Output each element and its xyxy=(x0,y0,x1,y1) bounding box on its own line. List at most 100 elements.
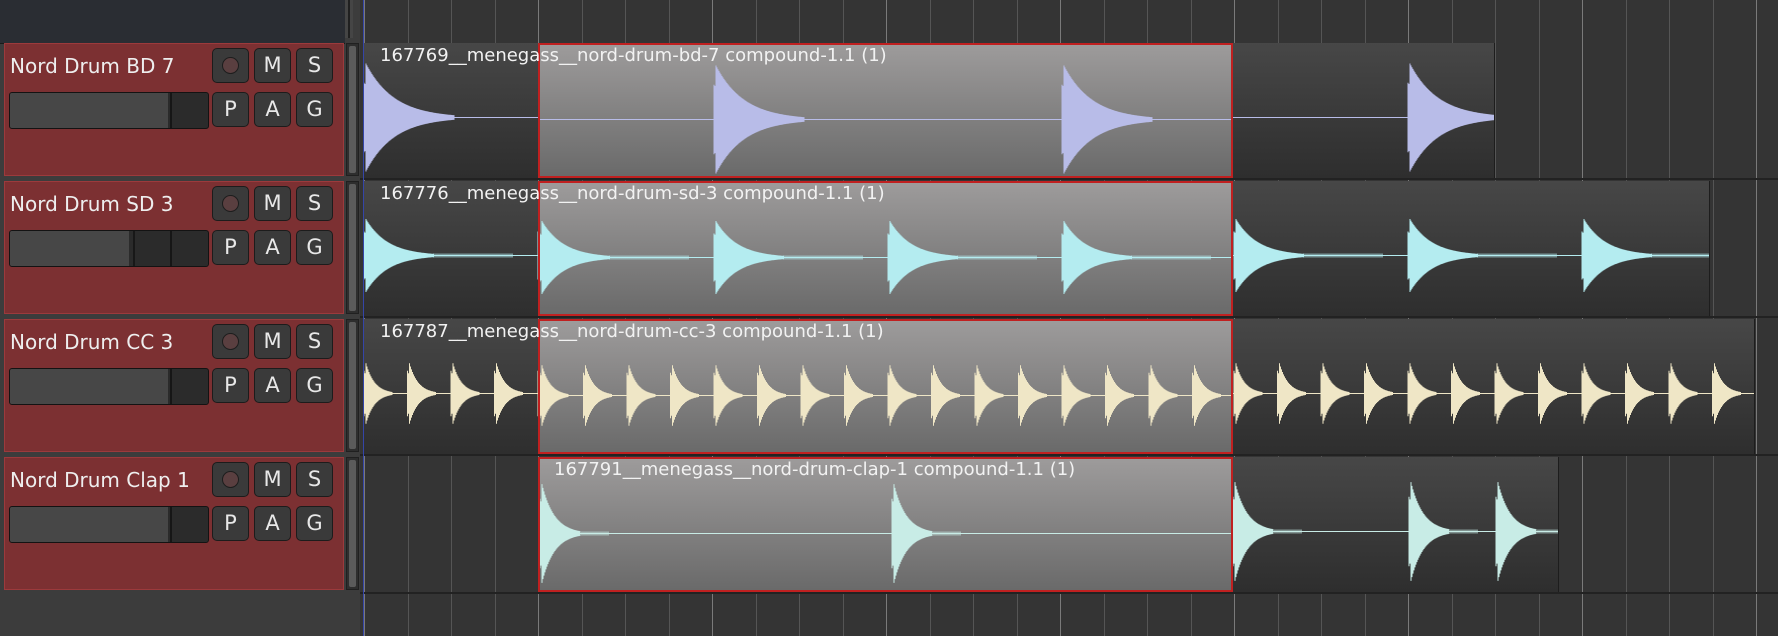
track-name[interactable]: Nord Drum SD 3 xyxy=(10,192,173,216)
waveform-hit xyxy=(1233,482,1302,581)
automation-button[interactable]: A xyxy=(254,230,291,265)
ruler-header xyxy=(0,0,345,44)
fader-unity-mark xyxy=(170,231,172,266)
waveform xyxy=(1233,63,1494,172)
waveform-hit xyxy=(364,363,393,424)
group-button[interactable]: G xyxy=(296,230,333,265)
waveform-hit xyxy=(364,219,513,292)
waveform xyxy=(1233,482,1558,581)
record-enable-button[interactable] xyxy=(212,48,249,83)
gain-fader-fill xyxy=(10,369,169,404)
automation-button[interactable]: A xyxy=(254,506,291,541)
fader-unity-mark xyxy=(170,507,172,542)
playhead-cursor[interactable] xyxy=(363,0,364,636)
waveform-hit xyxy=(540,221,689,294)
track-name[interactable]: Nord Drum CC 3 xyxy=(10,330,173,354)
scroll-thumb[interactable] xyxy=(349,46,356,173)
automation-button[interactable]: A xyxy=(254,368,291,403)
mute-button[interactable]: M xyxy=(254,324,291,359)
fader-unity-mark xyxy=(170,93,172,128)
record-enable-icon xyxy=(222,57,239,74)
track-scroll-handle[interactable] xyxy=(346,43,359,176)
waveform-hit xyxy=(1538,363,1567,424)
gain-fader-fill xyxy=(10,231,129,266)
gain-fader[interactable] xyxy=(9,230,209,267)
region-name: 167791__menegass__nord-drum-clap-1 compo… xyxy=(554,459,1076,480)
pane-divider-handle[interactable] xyxy=(345,0,353,38)
waveform-hit xyxy=(887,365,917,426)
waveform-hit xyxy=(540,365,569,426)
waveform-hit xyxy=(1712,363,1741,424)
waveform-hit xyxy=(713,221,863,294)
track-header-bd-7[interactable]: Nord Drum BD 7 M S P A G xyxy=(4,43,344,176)
waveform-hit xyxy=(1407,219,1557,292)
waveform-hit xyxy=(450,363,480,424)
playlist-button[interactable]: P xyxy=(212,368,249,403)
track-scroll-handle[interactable] xyxy=(346,181,359,314)
track-scroll-handle[interactable] xyxy=(346,457,359,590)
waveform-hit xyxy=(1625,363,1654,424)
scroll-thumb[interactable] xyxy=(349,322,356,449)
gain-fader[interactable] xyxy=(9,368,209,405)
waveform-hit xyxy=(887,221,1037,294)
track-header-clap-1[interactable]: Nord Drum Clap 1 M S P A G xyxy=(4,457,344,590)
gain-fader-fill xyxy=(10,507,169,542)
waveform-hit xyxy=(1061,365,1091,426)
record-enable-button[interactable] xyxy=(212,462,249,497)
waveform-hit xyxy=(713,365,743,426)
waveform-hit xyxy=(1192,365,1221,426)
solo-button[interactable]: S xyxy=(296,48,333,83)
track-header-sd-3[interactable]: Nord Drum SD 3 M S P A G xyxy=(4,181,344,314)
region-unselected[interactable] xyxy=(1233,457,1559,592)
fader-unity-mark xyxy=(170,369,172,404)
waveform-hit xyxy=(494,363,523,424)
waveform-hit xyxy=(844,365,873,426)
group-button[interactable]: G xyxy=(296,506,333,541)
solo-button[interactable]: S xyxy=(296,186,333,221)
solo-button[interactable]: S xyxy=(296,462,333,497)
mute-button[interactable]: M xyxy=(254,462,291,497)
playlist-button[interactable]: P xyxy=(212,92,249,127)
waveform-hit xyxy=(540,484,609,583)
playlist-button[interactable]: P xyxy=(212,230,249,265)
waveform-hit xyxy=(407,363,436,424)
record-enable-button[interactable] xyxy=(212,324,249,359)
fader-meter-mark xyxy=(133,231,135,266)
region-name: 167787__menegass__nord-drum-cc-3 compoun… xyxy=(380,321,884,342)
waveform-hit xyxy=(1061,65,1153,174)
record-enable-icon xyxy=(222,333,239,350)
waveform-hit xyxy=(1105,365,1134,426)
scroll-thumb[interactable] xyxy=(349,184,356,311)
automation-button[interactable]: A xyxy=(254,92,291,127)
gain-fader[interactable] xyxy=(9,92,209,129)
region-unselected[interactable] xyxy=(1233,181,1710,316)
mute-button[interactable]: M xyxy=(254,186,291,221)
waveform-hit xyxy=(931,365,960,426)
track-scroll-handle[interactable] xyxy=(346,319,359,452)
waveform-hit xyxy=(1668,363,1698,424)
waveform-hit xyxy=(891,484,961,583)
record-enable-button[interactable] xyxy=(212,186,249,221)
group-button[interactable]: G xyxy=(296,368,333,403)
waveform-hit xyxy=(1451,363,1480,424)
track-name[interactable]: Nord Drum BD 7 xyxy=(10,54,174,78)
waveform-hit xyxy=(713,65,805,174)
region-name: 167776__menegass__nord-drum-sd-3 compoun… xyxy=(380,183,885,204)
waveform-hit xyxy=(670,365,699,426)
playlist-button[interactable]: P xyxy=(212,506,249,541)
waveform-hit xyxy=(1407,63,1494,172)
track-name[interactable]: Nord Drum Clap 1 xyxy=(10,468,190,492)
group-button[interactable]: G xyxy=(296,92,333,127)
solo-button[interactable]: S xyxy=(296,324,333,359)
waveform-hit xyxy=(1364,363,1393,424)
scroll-thumb[interactable] xyxy=(349,460,356,587)
waveform-hit xyxy=(1233,363,1263,424)
waveform xyxy=(1233,363,1754,424)
mute-button[interactable]: M xyxy=(254,48,291,83)
gain-fader[interactable] xyxy=(9,506,209,543)
region-unselected[interactable] xyxy=(1233,319,1755,454)
gain-fader-fill xyxy=(10,93,169,128)
waveform-hit xyxy=(1494,363,1524,424)
region-unselected[interactable] xyxy=(1233,43,1495,178)
track-header-cc-3[interactable]: Nord Drum CC 3 M S P A G xyxy=(4,319,344,452)
